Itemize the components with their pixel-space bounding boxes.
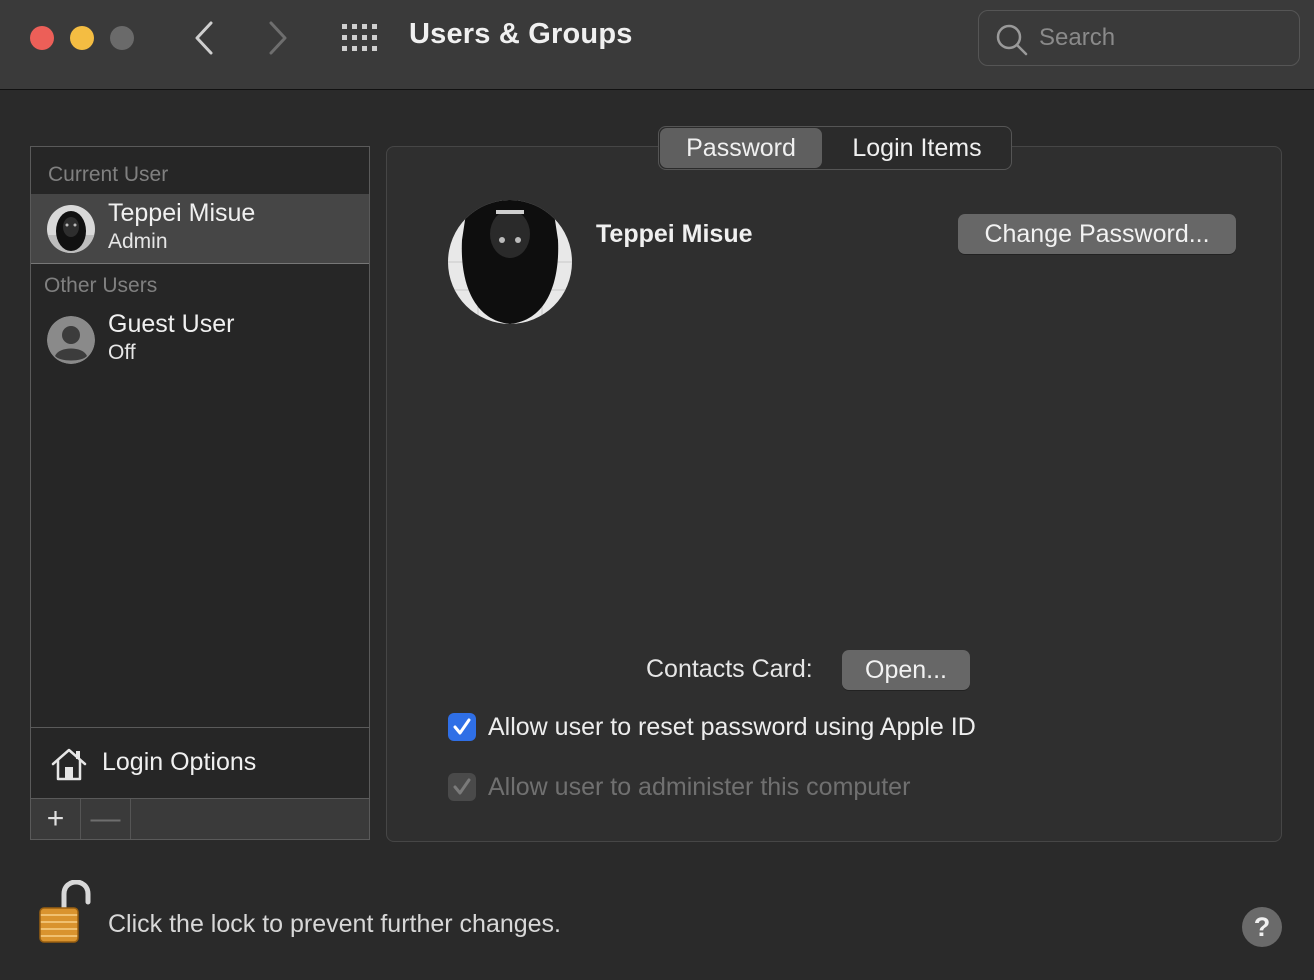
reset-password-label[interactable]: Allow user to reset password using Apple…: [488, 713, 976, 742]
sidebar-toolbar: + —: [31, 798, 369, 839]
close-window-button[interactable]: [30, 26, 54, 50]
tab-bar: Password Login Items: [658, 126, 1012, 170]
minimize-window-button[interactable]: [70, 26, 94, 50]
profile-user-name: Teppei Misue: [596, 220, 753, 248]
unlocked-padlock-icon: [39, 879, 91, 943]
checkmark-icon: [453, 778, 471, 795]
login-options-label: Login Options: [102, 748, 257, 776]
house-icon: [51, 748, 87, 781]
grid-icon: [342, 24, 377, 51]
title-bar: Users & Groups: [0, 0, 1314, 90]
zoom-window-button[interactable]: [110, 26, 134, 50]
users-sidebar: Current User Teppei Misue Admin Other Us…: [30, 146, 370, 840]
search-icon: [996, 24, 1028, 56]
help-button[interactable]: ?: [1242, 907, 1282, 947]
avatar: [47, 205, 95, 253]
chevron-left-icon: [195, 21, 213, 55]
lock-status-text: Click the lock to prevent further change…: [108, 910, 562, 938]
current-user-role: Admin: [108, 230, 168, 253]
show-all-button[interactable]: [338, 20, 382, 56]
add-user-button[interactable]: +: [31, 799, 81, 839]
contacts-card-label: Contacts Card:: [646, 655, 813, 683]
search-input[interactable]: [1039, 21, 1289, 55]
lock-button[interactable]: [36, 879, 92, 949]
tab-login-items[interactable]: Login Items: [823, 127, 1011, 169]
window-title: Users & Groups: [409, 18, 633, 50]
administer-computer-checkbox[interactable]: [448, 773, 476, 801]
avatar: [47, 316, 95, 364]
forward-button[interactable]: [256, 16, 300, 60]
generic-user-icon: [47, 316, 95, 364]
administer-computer-label: Allow user to administer this computer: [488, 773, 911, 801]
user-photo-icon: [47, 205, 95, 253]
login-options-item[interactable]: Login Options: [31, 728, 369, 798]
back-button[interactable]: [182, 16, 226, 60]
reset-password-checkbox[interactable]: [448, 713, 476, 741]
search-box[interactable]: [978, 10, 1300, 66]
tab-password[interactable]: Password: [660, 128, 822, 168]
open-contacts-card-button[interactable]: Open...: [842, 650, 970, 690]
change-password-button[interactable]: Change Password...: [958, 214, 1236, 254]
user-profile-picture[interactable]: [448, 200, 572, 324]
checkmark-icon: [453, 718, 471, 735]
chevron-right-icon: [269, 21, 287, 55]
user-photo-icon: [448, 200, 572, 324]
guest-user-name: Guest User: [108, 310, 235, 338]
other-users-header: Other Users: [44, 274, 158, 297]
sidebar-item-guest-user[interactable]: Guest User Off: [31, 305, 369, 375]
guest-user-status: Off: [108, 341, 136, 364]
remove-user-button[interactable]: —: [81, 799, 131, 839]
sidebar-item-current-user[interactable]: Teppei Misue Admin: [31, 194, 369, 264]
current-user-header: Current User: [48, 163, 169, 186]
current-user-name: Teppei Misue: [108, 199, 256, 227]
